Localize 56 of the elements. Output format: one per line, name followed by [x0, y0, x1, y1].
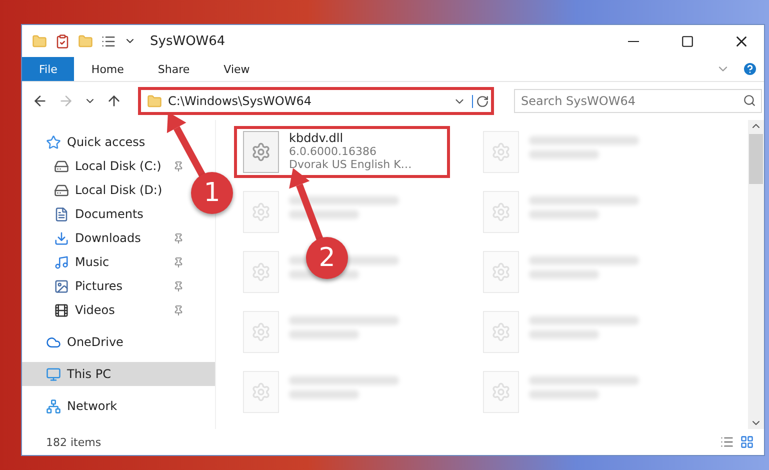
- sidebar-item[interactable]: Local Disk (C:): [22, 154, 190, 178]
- sidebar-item[interactable]: Quick access: [22, 130, 215, 154]
- cloud-icon: [46, 334, 61, 350]
- sidebar-item[interactable]: Pictures: [22, 274, 190, 298]
- ribbon-tab[interactable]: View: [206, 57, 267, 81]
- sidebar-item[interactable]: Network: [22, 394, 215, 418]
- search-icon: [743, 94, 756, 107]
- scrollbar-thumb[interactable]: [749, 134, 763, 184]
- minimize-icon: [628, 40, 638, 42]
- help-icon[interactable]: [742, 61, 758, 77]
- dll-file-icon: [483, 191, 519, 233]
- music-icon: [54, 254, 69, 270]
- dll-file-icon: [243, 131, 279, 173]
- search-field[interactable]: Search SysWOW64: [514, 89, 762, 113]
- large-icons-view-icon[interactable]: [740, 435, 754, 449]
- sidebar-item[interactable]: Documents: [22, 202, 190, 226]
- dll-file-icon: [483, 251, 519, 293]
- dll-file-icon: [243, 371, 279, 413]
- details-view-icon[interactable]: [720, 435, 734, 449]
- dll-file-icon: [483, 131, 519, 173]
- window-title: SysWOW64: [150, 34, 226, 48]
- list-icon[interactable]: [101, 34, 116, 48]
- downloads-icon: [54, 230, 69, 246]
- ribbon-tab[interactable]: File: [22, 57, 74, 81]
- sidebar-item[interactable]: Music: [22, 250, 190, 274]
- sidebar-item[interactable]: Downloads: [22, 226, 190, 250]
- videos-icon: [54, 302, 69, 318]
- pictures-icon: [54, 278, 69, 294]
- pc-icon: [46, 366, 61, 382]
- sidebar-item[interactable]: Videos: [22, 298, 190, 322]
- file-detail: 6.0.6000.16386: [289, 145, 378, 158]
- network-icon: [46, 398, 61, 414]
- clipboard-icon[interactable]: [55, 34, 70, 48]
- drive-icon: [54, 158, 69, 174]
- drive-icon: [54, 182, 69, 198]
- file-item[interactable]: kbddv.dll 6.0.6000.16386 Dvorak US English K…: [234, 126, 450, 178]
- ribbon-tab[interactable]: Home: [74, 57, 141, 81]
- star-icon: [46, 134, 61, 150]
- item-count: 182 items: [46, 436, 102, 448]
- maximize-icon: [680, 34, 694, 48]
- refresh-icon[interactable]: [472, 94, 489, 108]
- documents-icon: [54, 206, 69, 222]
- scrollbar[interactable]: [748, 120, 764, 429]
- dll-file-icon: [243, 311, 279, 353]
- sidebar-item[interactable]: Local Disk (D:): [22, 178, 190, 202]
- dll-file-icon: [243, 191, 279, 233]
- file-detail: Dvorak US English K…: [289, 158, 412, 171]
- file-name: kbddv.dll: [289, 131, 344, 145]
- sidebar-item[interactable]: OneDrive: [22, 330, 215, 354]
- folder-icon: [147, 94, 162, 108]
- ribbon-tab[interactable]: Share: [140, 57, 207, 81]
- dll-file-icon: [243, 251, 279, 293]
- dll-file-icon: [483, 311, 519, 353]
- dll-file-icon: [483, 371, 519, 413]
- sidebar-item[interactable]: This PC: [22, 362, 215, 386]
- address-bar[interactable]: C:\Windows\SysWOW64: [138, 87, 494, 115]
